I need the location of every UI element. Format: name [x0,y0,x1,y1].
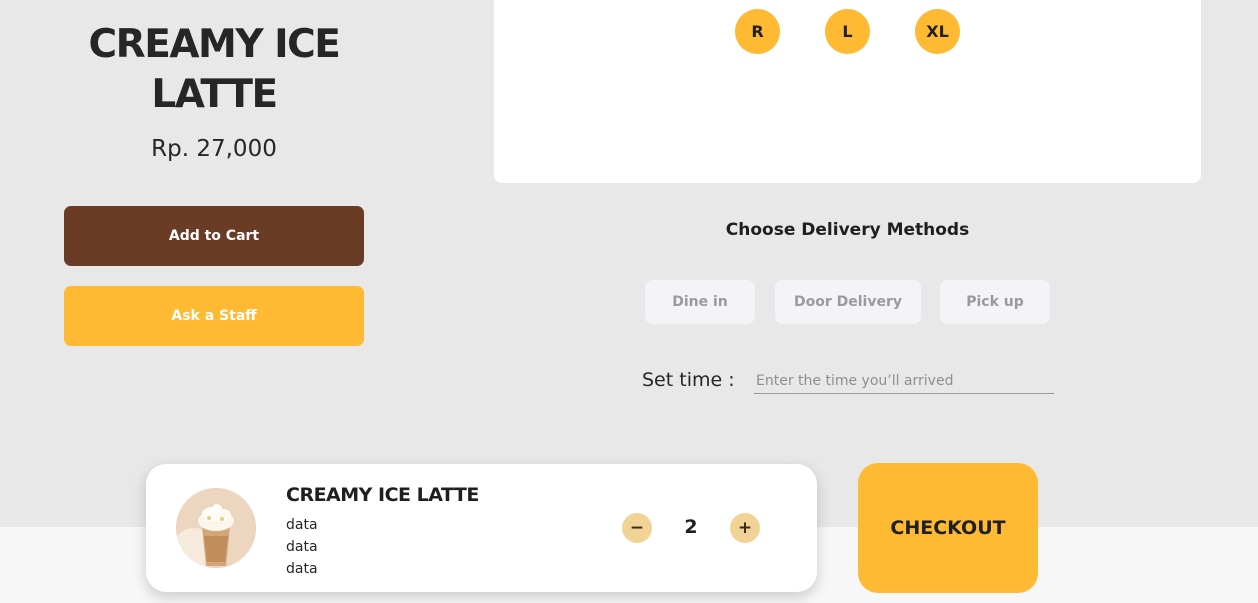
cart-item-title: CREAMY ICE LATTE [286,484,479,506]
checkout-button[interactable]: CHECKOUT [858,463,1038,593]
decrease-quantity-button[interactable]: − [622,513,652,543]
size-xl-button[interactable]: XL [915,9,960,54]
increase-quantity-button[interactable]: + [730,513,760,543]
time-input[interactable] [754,368,1054,394]
size-r-button[interactable]: R [735,9,780,54]
ask-staff-button[interactable]: Ask a Staff [64,286,364,346]
product-price: Rp. 27,000 [151,136,277,162]
size-l-button[interactable]: L [825,9,870,54]
set-time-label: Set time : [642,369,735,391]
size-selector-card: R L XL [494,0,1201,183]
quantity-value: 2 [684,516,698,538]
door-delivery-button[interactable]: Door Delivery [775,280,921,324]
iced-latte-icon [176,488,256,568]
pick-up-button[interactable]: Pick up [940,280,1050,324]
cart-item-detail: data [286,517,318,533]
cart-item-card: CREAMY ICE LATTE data data data − 2 + [146,464,817,592]
dine-in-button[interactable]: Dine in [645,280,755,324]
cart-item-detail: data [286,561,318,577]
delivery-heading: Choose Delivery Methods [725,220,970,240]
product-title: CREAMY ICE LATTE [88,22,341,117]
cart-item-detail: data [286,539,318,555]
add-to-cart-button[interactable]: Add to Cart [64,206,364,266]
iced-latte-image [176,488,256,568]
